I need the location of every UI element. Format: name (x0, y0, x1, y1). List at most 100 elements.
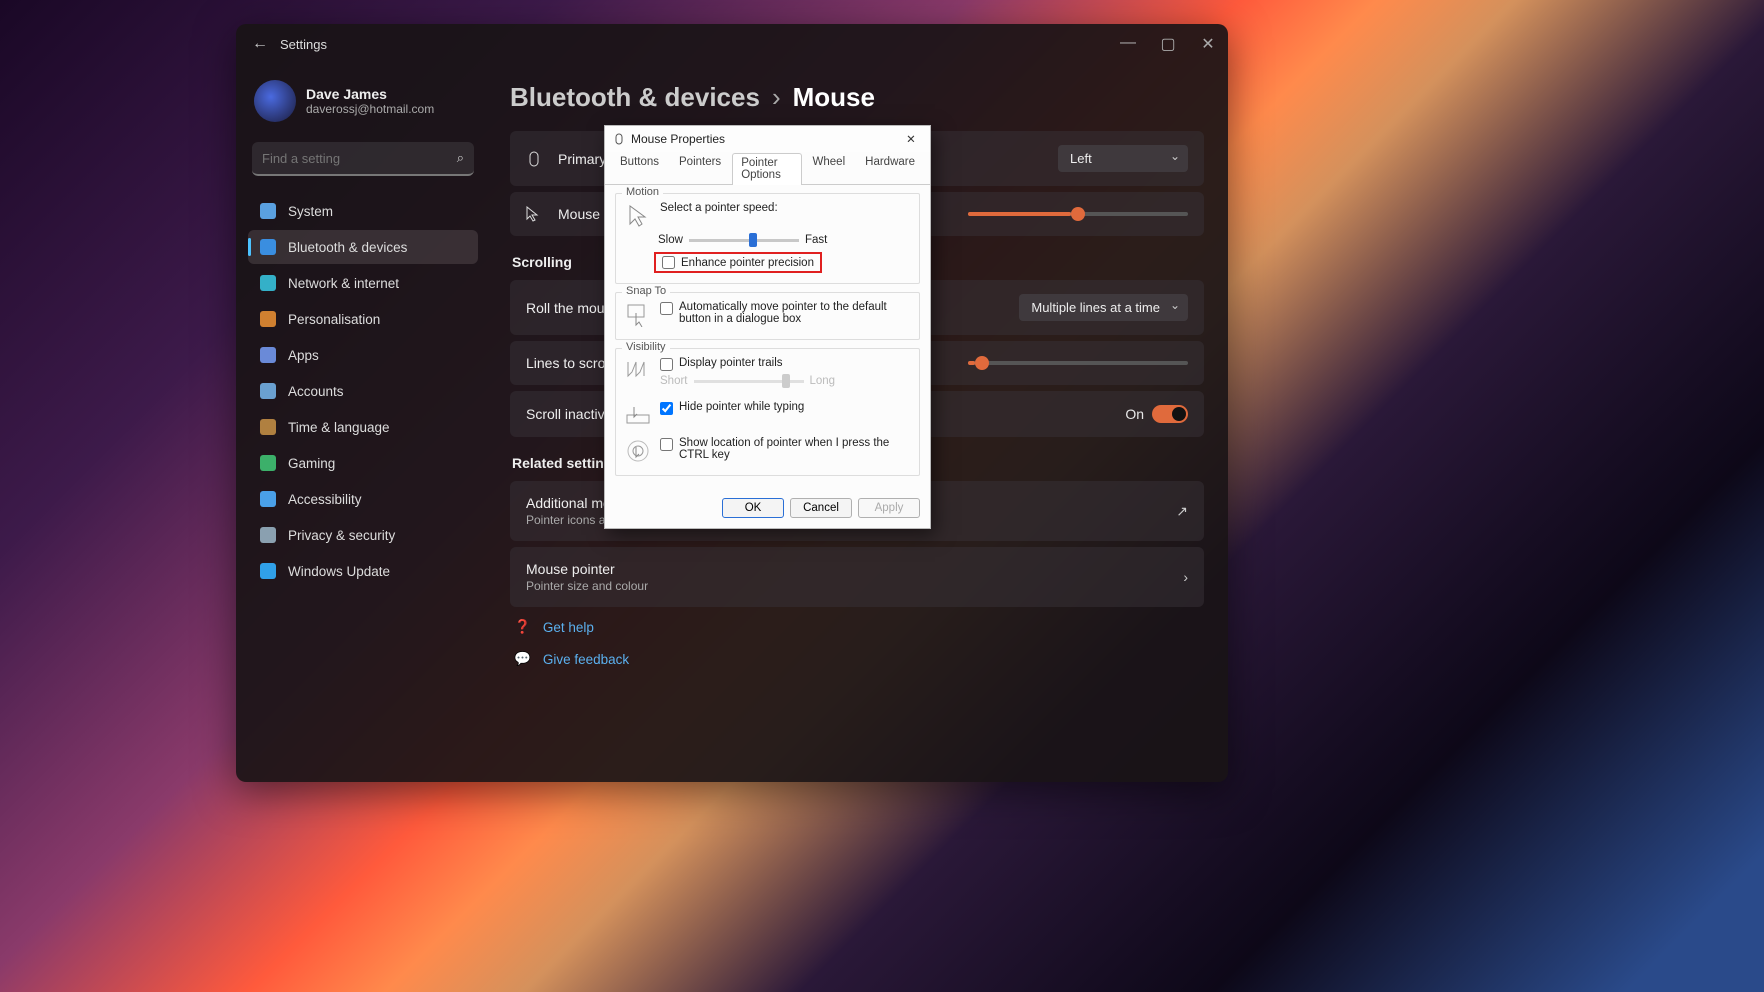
trails-label: Display pointer trails (679, 357, 783, 369)
group-label: Visibility (622, 341, 670, 353)
update-icon (260, 563, 276, 579)
mouse-properties-dialog: Mouse Properties ✕ ButtonsPointersPointe… (604, 125, 931, 529)
group-snap-to: Snap To Automatically move pointer to th… (615, 292, 920, 340)
dialog-body: Motion Select a pointer speed: Slow Fast… (605, 185, 930, 490)
lines-slider[interactable] (968, 361, 1188, 365)
tab-pointers[interactable]: Pointers (670, 152, 730, 184)
hide-typing-label: Hide pointer while typing (679, 401, 804, 413)
pointer-icon (624, 202, 652, 230)
snap-checkbox[interactable] (660, 302, 673, 315)
sidebar-item-bluetooth-devices[interactable]: Bluetooth & devices (248, 230, 478, 264)
sidebar-item-label: Apps (288, 348, 319, 363)
feedback-link[interactable]: 💬 Give feedback (510, 645, 1204, 673)
group-label: Motion (622, 186, 663, 198)
roll-dropdown[interactable]: Multiple lines at a time (1019, 294, 1188, 321)
sidebar-item-label: Network & internet (288, 276, 399, 291)
group-motion: Motion Select a pointer speed: Slow Fast… (615, 193, 920, 284)
person-icon (260, 383, 276, 399)
toggle-track (1152, 405, 1188, 423)
user-email: daverossj@hotmail.com (306, 102, 434, 116)
inactive-toggle[interactable]: On (1125, 405, 1188, 423)
chevron-right-icon: › (772, 82, 781, 113)
trails-slider (694, 380, 804, 383)
breadcrumb-parent[interactable]: Bluetooth & devices (510, 82, 760, 113)
select-speed-label: Select a pointer speed: (660, 202, 911, 214)
sidebar-item-label: System (288, 204, 333, 219)
titlebar: ← Settings — ▢ ✕ (236, 24, 1228, 64)
dialog-close-icon[interactable]: ✕ (900, 130, 922, 148)
trails-checkbox[interactable] (660, 358, 673, 371)
trails-icon (624, 357, 652, 385)
search-icon: ⌕ (457, 150, 464, 166)
apply-button: Apply (858, 498, 920, 518)
brush-icon (260, 311, 276, 327)
wifi-icon (260, 275, 276, 291)
row-title: Mouse pointer (526, 561, 1169, 577)
row-sub: Pointer size and colour (526, 579, 1169, 593)
slow-label: Slow (658, 234, 683, 246)
monitor-icon (260, 203, 276, 219)
bluetooth-icon (260, 239, 276, 255)
tab-wheel[interactable]: Wheel (804, 152, 855, 184)
sidebar-item-label: Personalisation (288, 312, 380, 327)
sidebar-item-label: Accessibility (288, 492, 362, 507)
cancel-button[interactable]: Cancel (790, 498, 852, 518)
back-icon[interactable]: ← (248, 32, 272, 56)
long-label: Long (810, 375, 836, 387)
sidebar-item-personalisation[interactable]: Personalisation (248, 302, 478, 336)
enhance-precision-checkbox[interactable] (662, 256, 675, 269)
primary-button-dropdown[interactable]: Left (1058, 145, 1188, 172)
hide-typing-icon (624, 401, 652, 429)
window-title: Settings (280, 37, 327, 52)
search-box[interactable]: ⌕ (252, 142, 474, 176)
enhance-precision-highlight: Enhance pointer precision (654, 252, 822, 273)
external-link-icon: ↗ (1176, 503, 1188, 520)
dialog-buttons: OK Cancel Apply (605, 490, 930, 528)
sidebar-item-apps[interactable]: Apps (248, 338, 478, 372)
sidebar-item-network-internet[interactable]: Network & internet (248, 266, 478, 300)
group-visibility: Visibility Display pointer trails Short (615, 348, 920, 476)
short-label: Short (660, 375, 688, 387)
tab-pointer-options[interactable]: Pointer Options (732, 153, 801, 185)
sidebar-item-windows-update[interactable]: Windows Update (248, 554, 478, 588)
sidebar-item-time-language[interactable]: Time & language (248, 410, 478, 444)
feedback-icon: 💬 (514, 651, 531, 667)
apps-icon (260, 347, 276, 363)
sidebar-item-label: Privacy & security (288, 528, 395, 543)
cursor-icon (526, 206, 544, 222)
maximize-icon[interactable]: ▢ (1160, 34, 1176, 54)
dialog-tabs: ButtonsPointersPointer OptionsWheelHardw… (605, 152, 930, 185)
close-icon[interactable]: ✕ (1200, 34, 1216, 54)
nav-list: System Bluetooth & devices Network & inter… (248, 194, 478, 588)
pointer-speed-slider[interactable] (968, 212, 1188, 216)
get-help-link[interactable]: ❓ Get help (510, 613, 1204, 641)
avatar (254, 80, 296, 122)
sidebar-item-label: Accounts (288, 384, 344, 399)
tab-buttons[interactable]: Buttons (611, 152, 668, 184)
pointer-speed-slider[interactable] (689, 239, 799, 242)
search-input[interactable] (262, 151, 457, 166)
sidebar-item-accessibility[interactable]: Accessibility (248, 482, 478, 516)
row-mouse-pointer[interactable]: Mouse pointer Pointer size and colour › (510, 547, 1204, 607)
sidebar-item-label: Time & language (288, 420, 390, 435)
mouse-icon (526, 151, 544, 167)
user-block[interactable]: Dave James daverossj@hotmail.com (248, 76, 478, 136)
ok-button[interactable]: OK (722, 498, 784, 518)
clock-icon (260, 419, 276, 435)
tab-hardware[interactable]: Hardware (856, 152, 924, 184)
window-controls: — ▢ ✕ (1120, 34, 1216, 54)
sidebar-item-gaming[interactable]: Gaming (248, 446, 478, 480)
ctrl-locate-label: Show location of pointer when I press th… (679, 437, 911, 461)
minimize-icon[interactable]: — (1120, 34, 1136, 54)
sidebar-item-accounts[interactable]: Accounts (248, 374, 478, 408)
help-icon: ❓ (514, 619, 531, 635)
ctrl-locate-checkbox[interactable] (660, 438, 673, 451)
snap-label: Automatically move pointer to the defaul… (679, 301, 911, 325)
user-name: Dave James (306, 86, 434, 102)
hide-typing-checkbox[interactable] (660, 402, 673, 415)
breadcrumb-current: Mouse (793, 82, 875, 113)
sidebar-item-system[interactable]: System (248, 194, 478, 228)
ctrl-locate-icon (624, 437, 652, 465)
sidebar-item-privacy-security[interactable]: Privacy & security (248, 518, 478, 552)
sidebar-item-label: Windows Update (288, 564, 390, 579)
